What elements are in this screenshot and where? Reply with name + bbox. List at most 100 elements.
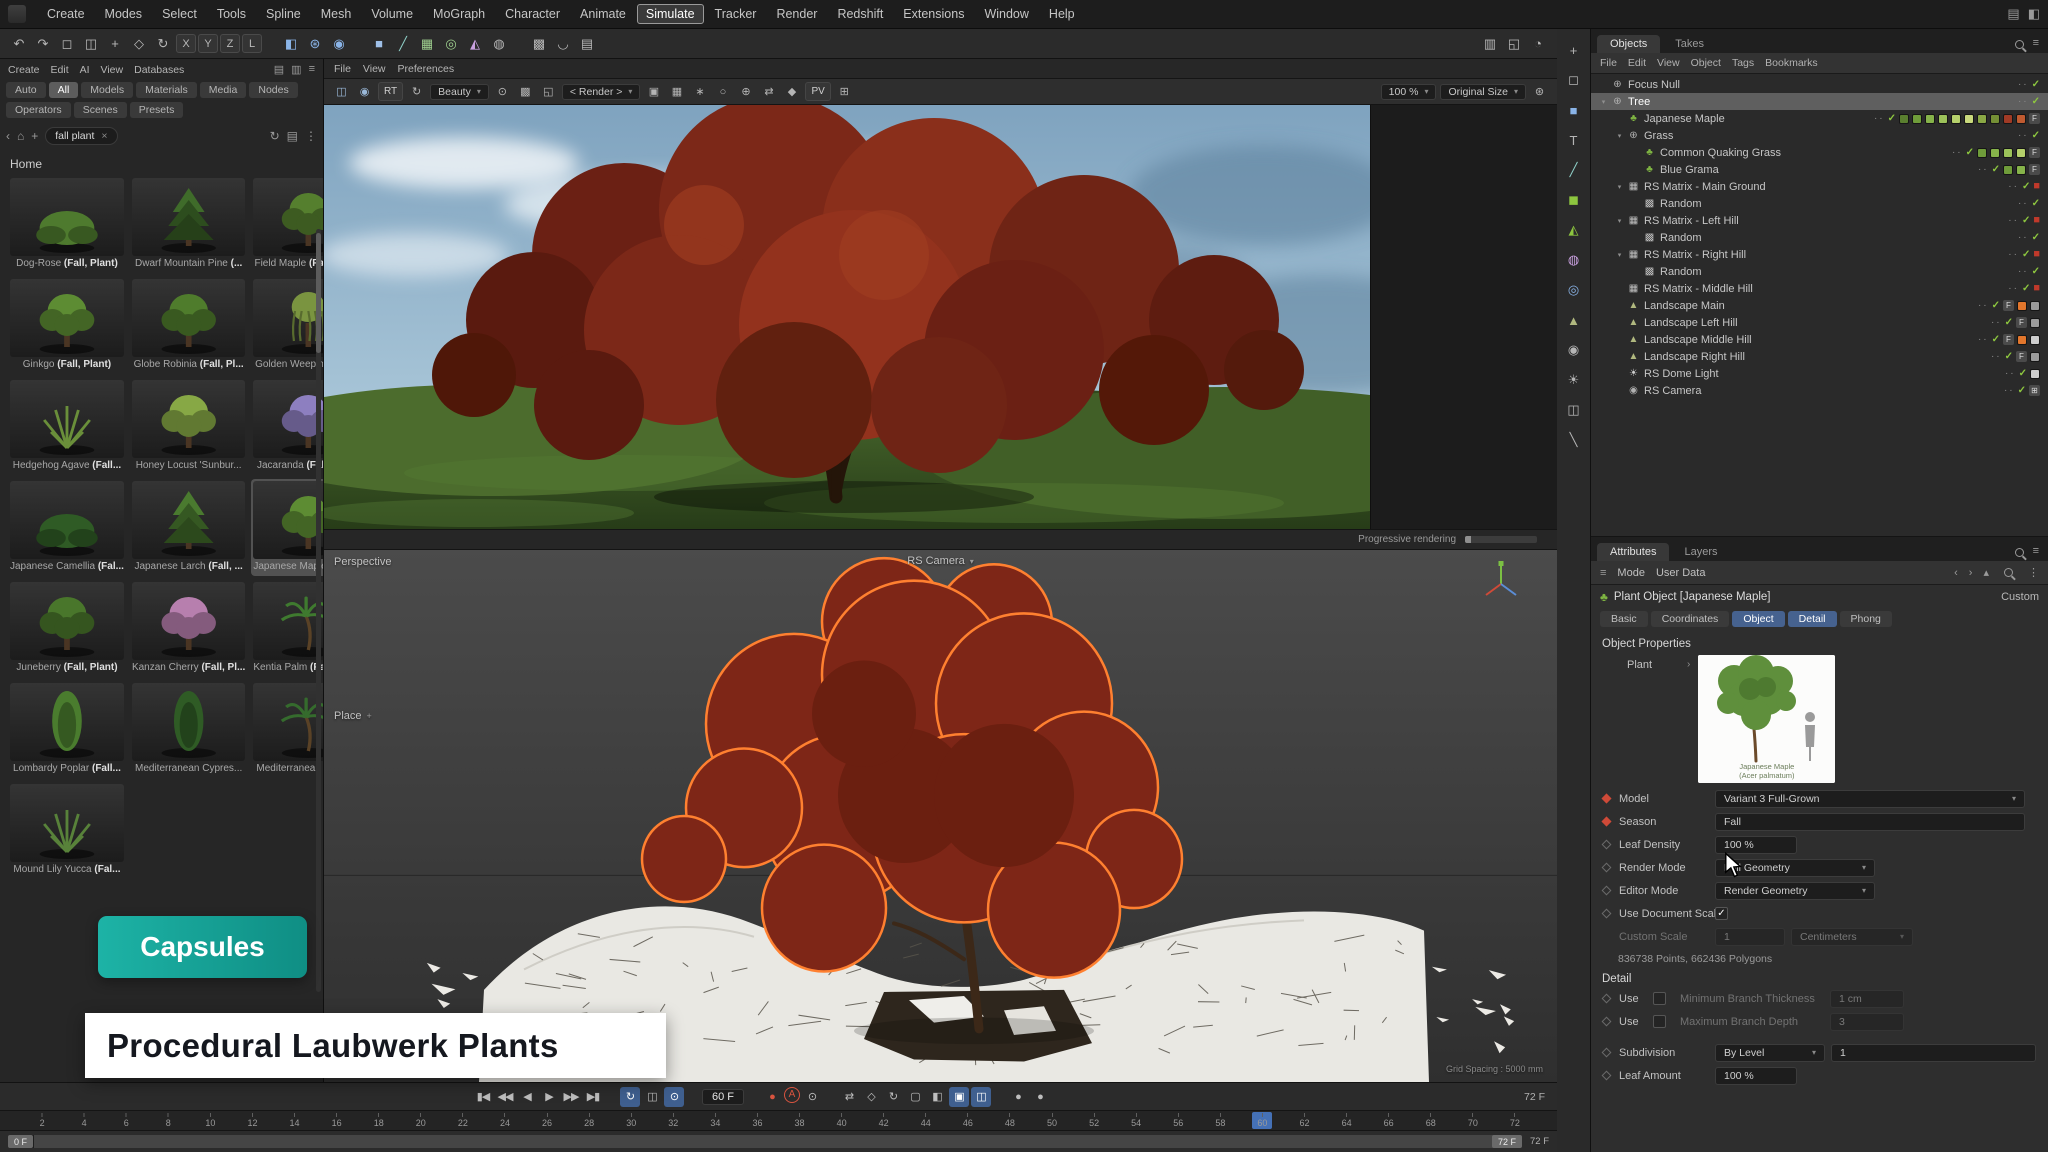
coord-system-icon[interactable]: L: [242, 34, 262, 53]
solo-light-icon[interactable]: ●: [1030, 1087, 1050, 1107]
field-icon[interactable]: ◎: [1562, 279, 1586, 301]
enabled-check-icon[interactable]: ✓: [2032, 198, 2040, 209]
asset-menu-edit[interactable]: Edit: [51, 64, 69, 76]
filter-operators[interactable]: Operators: [6, 102, 71, 118]
material-chip[interactable]: [2030, 301, 2040, 311]
prev-frame-icon[interactable]: ◀: [517, 1087, 537, 1107]
rt-toggle[interactable]: RT: [378, 82, 403, 101]
next-frame-icon[interactable]: ▶▶: [561, 1087, 581, 1107]
object-menu-edit[interactable]: Edit: [1628, 57, 1646, 69]
plant-expand-icon[interactable]: ›: [1687, 655, 1698, 670]
object-menu-file[interactable]: File: [1600, 57, 1617, 69]
search-chip[interactable]: fall plant ×: [45, 127, 117, 145]
menu-help[interactable]: Help: [1040, 4, 1084, 24]
tab-objects[interactable]: Objects: [1597, 35, 1660, 53]
tag-chip[interactable]: F: [2016, 317, 2027, 328]
use-min-branch-checkbox[interactable]: [1653, 992, 1666, 1005]
object-menu-view[interactable]: View: [1657, 57, 1680, 69]
object-row-random[interactable]: ▩Random··✓: [1591, 195, 2048, 212]
use-document-scale-keyframe-icon[interactable]: [1602, 909, 1612, 919]
menu-render[interactable]: Render: [767, 4, 826, 24]
object-row-rs-matrix-middle-hill[interactable]: ▦RS Matrix - Middle Hill··✓■: [1591, 280, 2048, 297]
dither-icon[interactable]: ▩: [516, 82, 535, 101]
fields-icon[interactable]: ◎: [440, 33, 462, 55]
measure-icon[interactable]: ◫: [1562, 399, 1586, 421]
target-icon[interactable]: ⊕: [736, 82, 755, 101]
material-chip[interactable]: [1990, 114, 2000, 124]
render-nav-dropdown[interactable]: < Render >▾: [562, 84, 641, 100]
grid-icon[interactable]: ▦: [667, 82, 686, 101]
expand-icon[interactable]: ▾: [1613, 183, 1626, 191]
menu-character[interactable]: Character: [496, 4, 569, 24]
menu-volume[interactable]: Volume: [362, 4, 422, 24]
ipr-icon[interactable]: ◉: [355, 82, 374, 101]
asset-item-kentia-palm[interactable]: Kentia Palm (Fall, Plant): [251, 580, 323, 677]
custom-scale-unit-dropdown[interactable]: Centimeters▾: [1791, 928, 1913, 946]
leaf-amount-field[interactable]: 100 %: [1715, 1067, 1797, 1085]
material-chip[interactable]: [2003, 114, 2013, 124]
asset-item-mound-lily-yucca[interactable]: Mound Lily Yucca (Fal...: [8, 782, 126, 879]
visibility-dots-icon[interactable]: ··: [1874, 113, 1885, 124]
spline-pen-icon[interactable]: ╱: [1562, 159, 1586, 181]
range-icon[interactable]: ◫: [642, 1087, 662, 1107]
visibility-dots-icon[interactable]: ··: [2008, 249, 2019, 260]
panel-menu-icon[interactable]: ≡: [2033, 545, 2039, 557]
enabled-check-icon[interactable]: ✓: [2032, 266, 2040, 277]
light-tool-icon[interactable]: ☀: [1562, 369, 1586, 391]
viewport-label[interactable]: Perspective: [334, 556, 391, 568]
visibility-dots-icon[interactable]: ··: [1978, 300, 1989, 311]
use-document-scale-checkbox[interactable]: ✓: [1715, 907, 1728, 920]
expand-icon[interactable]: ▾: [1613, 132, 1626, 140]
lock-y-icon[interactable]: Y: [198, 34, 218, 53]
object-row-random[interactable]: ▩Random··✓: [1591, 263, 2048, 280]
model-keyframe-icon[interactable]: [1602, 794, 1612, 804]
generator-icon[interactable]: ◼: [1562, 189, 1586, 211]
asset-item-kanzan-cherry[interactable]: Kanzan Cherry (Fall, Pl...: [130, 580, 247, 677]
asset-item-juneberry[interactable]: Juneberry (Fall, Plant): [8, 580, 126, 677]
menu-modes[interactable]: Modes: [96, 4, 152, 24]
visibility-dots-icon[interactable]: ··: [2008, 283, 2019, 294]
rotate-icon[interactable]: ↻: [152, 33, 174, 55]
refresh-icon[interactable]: ↻: [270, 129, 280, 143]
object-row-blue-grama[interactable]: ♣Blue Grama··✓F: [1591, 161, 2048, 178]
filter-auto[interactable]: Auto: [6, 82, 46, 98]
lock-z-icon[interactable]: Z: [220, 34, 240, 53]
expand-icon[interactable]: ▾: [1597, 98, 1610, 106]
undo-icon[interactable]: ↶: [8, 33, 30, 55]
object-row-rs-matrix-left-hill[interactable]: ▾▦RS Matrix - Left Hill··✓■: [1591, 212, 2048, 229]
enabled-check-icon[interactable]: ✓: [1992, 300, 2000, 311]
layout-switch-icon[interactable]: ◧: [2028, 6, 2040, 22]
menu-simulate[interactable]: Simulate: [637, 4, 704, 24]
enabled-check-icon[interactable]: ✓: [1992, 334, 2000, 345]
material-chip[interactable]: [1951, 114, 1961, 124]
render-queue-icon[interactable]: ▤: [2007, 6, 2019, 22]
goto-start-icon[interactable]: ▮◀: [473, 1087, 493, 1107]
enabled-check-icon[interactable]: ✓: [2032, 79, 2040, 90]
sound-icon[interactable]: ⊙: [664, 1087, 684, 1107]
filter-all[interactable]: All: [49, 82, 79, 98]
object-row-rs-matrix-main-ground[interactable]: ▾▦RS Matrix - Main Ground··✓■: [1591, 178, 2048, 195]
loop-icon[interactable]: ↻: [620, 1087, 640, 1107]
object-row-common-quaking-grass[interactable]: ♣Common Quaking Grass··✓F: [1591, 144, 2048, 161]
menu-tracker[interactable]: Tracker: [706, 4, 766, 24]
enabled-check-icon[interactable]: ✓: [1992, 164, 2000, 175]
visibility-dots-icon[interactable]: ··: [1991, 351, 2002, 362]
visibility-dots-icon[interactable]: ··: [2018, 232, 2029, 243]
filter-scenes[interactable]: Scenes: [74, 102, 127, 118]
enabled-check-icon[interactable]: ✓: [2005, 351, 2013, 362]
menu-select[interactable]: Select: [153, 4, 206, 24]
object-row-rs-dome-light[interactable]: ☀RS Dome Light··✓: [1591, 365, 2048, 382]
tag-chip[interactable]: F: [2003, 334, 2014, 345]
tag-chip[interactable]: F: [2029, 164, 2040, 175]
list-view-icon[interactable]: ▤: [287, 129, 298, 143]
attr-tab-detail[interactable]: Detail: [1788, 611, 1837, 627]
expand-icon[interactable]: ▾: [1613, 217, 1626, 225]
pla-key-icon[interactable]: ◧: [927, 1087, 947, 1107]
menu-window[interactable]: Window: [975, 4, 1037, 24]
deformer-icon[interactable]: ◭: [464, 33, 486, 55]
enabled-check-icon[interactable]: ✓: [2022, 283, 2030, 294]
filter-presets[interactable]: Presets: [130, 102, 184, 118]
rectangle-selection-icon[interactable]: ◫: [80, 33, 102, 55]
enabled-check-icon[interactable]: ✓: [2018, 385, 2026, 396]
filter-nodes[interactable]: Nodes: [249, 82, 297, 98]
